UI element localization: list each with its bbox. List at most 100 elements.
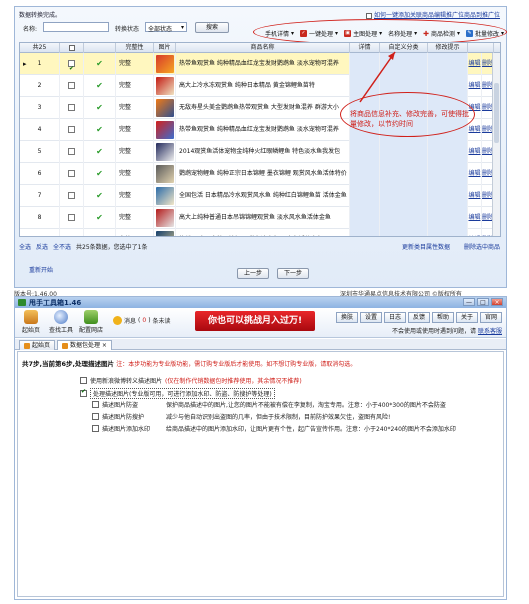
anti-search-checkbox[interactable] (92, 413, 99, 420)
row-checkbox-cell[interactable] (60, 75, 84, 97)
row-edit-link[interactable]: 编辑 (468, 126, 480, 133)
anti-theft-option[interactable]: 描述图片防盗 (92, 400, 138, 409)
watermark-option[interactable]: 描述图片添加水印 (92, 424, 150, 433)
row-image-cell (154, 207, 176, 229)
next-button[interactable]: 下一步 (277, 268, 309, 279)
row-edit-cell: 编辑 (468, 53, 482, 75)
check-icon: ✔ (96, 191, 103, 200)
row-edit-link[interactable]: 编辑 (468, 170, 480, 177)
config-shop-tool[interactable]: 配置网店 (77, 310, 105, 334)
row-edit-link[interactable]: 编辑 (468, 82, 480, 89)
plugin-checkbox[interactable] (365, 12, 372, 19)
row-delete-link[interactable]: 删除 (482, 236, 494, 237)
name-search-input[interactable] (43, 22, 109, 32)
row-checkbox[interactable] (68, 58, 75, 75)
row-number: 9 (20, 229, 60, 236)
website-button[interactable]: 官网 (480, 312, 502, 323)
tab-data-package[interactable]: 数据包处理 × (57, 340, 112, 350)
tool-check[interactable]: ✚ 商品检测 ▾ (423, 29, 460, 39)
row-checkbox-cell[interactable] (60, 207, 84, 229)
watermark-checkbox[interactable] (92, 425, 99, 432)
contact-support-link[interactable]: 联系客服 (478, 328, 502, 335)
plugin-help-link[interactable]: 如何一键添加关联商品编辑推广位商品到推广位 (365, 10, 500, 19)
messages-count: 0 (142, 317, 147, 324)
row-checkbox-cell[interactable] (60, 229, 84, 237)
scrollbar-thumb[interactable] (494, 83, 499, 143)
tool-mobile-detail[interactable]: 手机详情 ▾ (265, 29, 294, 38)
tool-main-image[interactable]: ▣ 主图处理 ▾ (344, 29, 382, 38)
table-row[interactable]: 7 ✔ 完整 全国包活 日本精品冷水观赏风水鱼 纯种红白锦鲤鱼苗 活体金鱼 编辑… (20, 185, 500, 207)
tab-start-page[interactable]: 起始页 (19, 340, 56, 350)
skin-button[interactable]: 换肤 (336, 312, 358, 323)
tool-name[interactable]: 名称处理 ▾ (388, 29, 417, 38)
table-row[interactable]: 1 ✔ 完整 热带鱼观赏鱼 纯种精品血红龙宝发财鹦鹉鱼 淡水宠物可混养 编辑 删… (20, 53, 500, 75)
table-row[interactable]: 5 ✔ 完整 2014观赏鱼活体宠物金纯种火红眼鳞鲤鱼 特色淡水鱼我发包 编辑 … (20, 141, 500, 163)
select-all-checkbox[interactable] (68, 44, 75, 51)
row-checkbox-cell[interactable] (60, 185, 84, 207)
promo-banner[interactable]: 你也可以挑战月入过万! (195, 311, 315, 331)
prev-button[interactable]: 上一步 (237, 268, 269, 279)
find-tool[interactable]: 查找工具 (47, 310, 75, 334)
close-button[interactable]: × (491, 298, 503, 306)
row-checkbox-cell[interactable] (60, 53, 84, 75)
start-page-tool[interactable]: 起始页 (17, 310, 45, 334)
row-checkbox-cell[interactable] (60, 163, 84, 185)
row-edit-link[interactable]: 编辑 (468, 60, 480, 67)
anti-search-option[interactable]: 描述图片防搜护 (92, 412, 144, 421)
restart-link[interactable]: 重新开始 (29, 265, 53, 274)
delete-selected-link[interactable]: 删除选中商品 (464, 242, 500, 251)
row-edit-cell: 编辑 (468, 207, 482, 229)
table-scrollbar[interactable] (492, 53, 500, 236)
table-row[interactable]: 6 ✔ 完整 鹦鹉宠物鲤鱼 纯种正宗日本锦鲤 墨衣锦鲤 观赏风水鱼活体特价 编辑… (20, 163, 500, 185)
row-checkbox-cell[interactable] (60, 97, 84, 119)
status-filter-select[interactable]: 全部状态 (145, 22, 187, 33)
table-row[interactable]: 8 ✔ 完整 高大上纯种普通日本吊锦锦鲤观赏鱼 淡水风水鱼活体金鱼 编辑 删除 (20, 207, 500, 229)
row-checkbox-cell[interactable] (60, 119, 84, 141)
row-checkbox-cell[interactable] (60, 141, 84, 163)
row-checkbox[interactable] (68, 126, 75, 133)
about-button[interactable]: 关于 (456, 312, 478, 323)
process-images-option[interactable]: 处理描述图片(专业版可用，可进行添加水印、防盗、防搜护等处理) (80, 388, 275, 399)
invert-selection-link[interactable]: 反选 (36, 242, 48, 251)
row-checkbox[interactable] (68, 192, 75, 199)
help-button[interactable]: 帮助 (432, 312, 454, 323)
select-all-link[interactable]: 全选 (19, 242, 31, 251)
row-checkbox[interactable] (68, 148, 75, 155)
tab-close-icon[interactable]: × (100, 342, 107, 349)
process-images-checkbox[interactable] (80, 388, 87, 397)
settings-button[interactable]: 设置 (360, 312, 382, 323)
messages-indicator[interactable]: 消息 ( 0 ) 条未读 (113, 316, 171, 325)
anti-theft-checkbox[interactable] (92, 401, 99, 408)
row-number: 8 (20, 207, 60, 229)
weibo-image-checkbox[interactable] (80, 377, 87, 384)
header-actions (468, 43, 494, 53)
row-edit-link[interactable]: 编辑 (468, 236, 480, 237)
row-edit-link[interactable]: 编辑 (468, 192, 480, 199)
search-button[interactable]: 搜索 (195, 22, 229, 33)
row-number: 3 (20, 97, 60, 119)
row-edit-link[interactable]: 编辑 (468, 148, 480, 155)
row-status-icon-cell: ✔ (84, 163, 116, 185)
weibo-image-option[interactable]: 使用新浪微博转义描述图片 (仅在制作代销数据包时推荐使用，其余情况不推荐) (80, 376, 302, 385)
header-select-all[interactable] (60, 43, 84, 53)
feedback-button[interactable]: 反馈 (408, 312, 430, 323)
select-none-link[interactable]: 全不选 (53, 242, 71, 251)
row-checkbox[interactable] (68, 236, 75, 237)
main-image-icon: ▣ (344, 30, 352, 37)
row-checkbox[interactable] (68, 170, 75, 177)
row-checkbox[interactable] (68, 104, 75, 111)
row-edit-cell: 编辑 (468, 229, 482, 237)
minimize-button[interactable]: — (463, 298, 475, 306)
update-category-link[interactable]: 更新类目属性数据 (402, 242, 450, 251)
row-checkbox[interactable] (68, 82, 75, 89)
row-edit-link[interactable]: 编辑 (468, 214, 480, 221)
log-button[interactable]: 日志 (384, 312, 406, 323)
row-checkbox[interactable] (68, 214, 75, 221)
table-row[interactable]: 9 ✔ 完整 热销 日本正宗精品锦鲤 观赏鱼冷水鱼 风水鱼活体金鱼 编辑 删除 (20, 229, 500, 237)
maximize-button[interactable]: □ (477, 298, 489, 306)
annotation-text: 将商品信息补充、修改完善，可使得批量修改，以节约时间 (350, 110, 469, 128)
tool-one-click[interactable]: ✓ 一键处理 ▾ (300, 29, 338, 38)
start-page-tool-label: 起始页 (21, 327, 40, 334)
row-edit-hint (428, 141, 468, 163)
tool-batch-edit[interactable]: ✎ 批量修改 ▾ (466, 29, 504, 38)
